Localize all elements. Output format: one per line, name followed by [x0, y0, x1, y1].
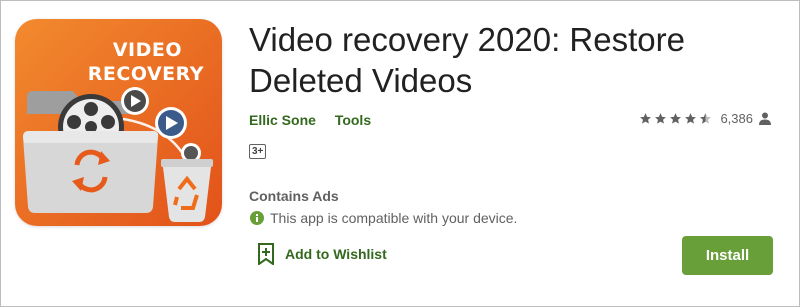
app-title-line1: Video recovery 2020: Restore [249, 21, 685, 58]
add-to-wishlist-button[interactable]: Add to Wishlist [257, 243, 387, 265]
rating-count: 6,386 [720, 111, 753, 126]
compatibility-text: This app is compatible with your device. [270, 210, 518, 226]
developer-link[interactable]: Ellic Sone [249, 112, 316, 128]
star-icon [670, 113, 682, 124]
content-rating-badge: 3+ [249, 144, 267, 159]
icon-text-recovery: RECOVERY [87, 63, 204, 85]
wishlist-label: Add to Wishlist [285, 246, 387, 262]
bookmark-add-icon [258, 243, 274, 265]
info-icon [250, 211, 264, 225]
developer-row: Ellic Sone Tools [249, 112, 371, 128]
app-icon: VIDEO RECOVERY [15, 19, 222, 226]
install-button[interactable]: Install [682, 236, 773, 275]
compatibility-note: This app is compatible with your device. [249, 210, 517, 226]
icon-text-video: VIDEO [112, 39, 182, 61]
app-details-card: VIDEO RECOVERY Video recovery 2020: Rest… [0, 0, 800, 307]
star-half-icon [700, 113, 712, 124]
contains-ads-label: Contains Ads [249, 188, 339, 204]
rating-stars [639, 112, 714, 125]
rating: 6,386 [639, 111, 771, 126]
app-title-line2: Deleted Videos [249, 62, 473, 99]
star-icon [685, 113, 697, 124]
star-icon [655, 113, 667, 124]
star-icon [640, 113, 652, 124]
app-title: Video recovery 2020: Restore Deleted Vid… [249, 19, 769, 101]
person-icon [759, 112, 771, 125]
category-link[interactable]: Tools [335, 112, 371, 128]
